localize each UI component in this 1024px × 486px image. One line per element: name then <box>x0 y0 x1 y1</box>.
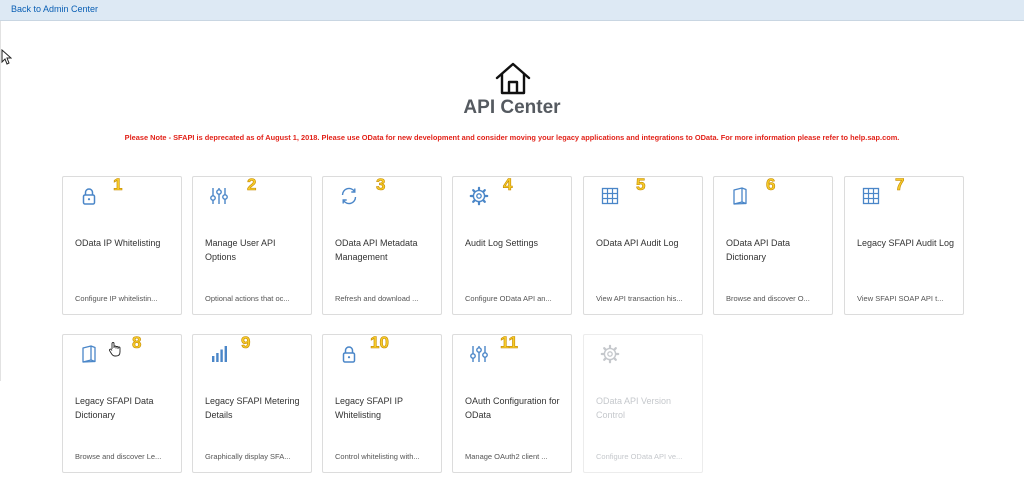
tile-legacy-sfapi-metering-details[interactable]: Legacy SFAPI Metering Details Graphically… <box>192 333 312 473</box>
tile-number-badge: 2 <box>247 175 257 195</box>
tile-number-badge: 6 <box>766 175 776 195</box>
tile-number-badge: 11 <box>500 333 519 353</box>
tile-odata-api-version-control: OData API Version Control Configure OData… <box>583 334 703 473</box>
tile-title: Legacy SFAPI IP Whitelisting <box>335 396 403 420</box>
tile-title: Manage User API Options <box>205 238 276 262</box>
tile-title: Legacy SFAPI Data Dictionary <box>75 396 154 420</box>
tile-subtitle: Configure OData API an... <box>465 294 552 303</box>
hand-cursor-icon <box>109 342 121 357</box>
book-icon <box>79 344 99 364</box>
tile-title: Legacy SFAPI Audit Log <box>857 238 955 248</box>
grid-icon <box>861 186 881 206</box>
tile-number-badge: 3 <box>376 175 386 195</box>
tile-oauth-configuration-for-odata[interactable]: OAuth Configuration for OData Manage OAut… <box>452 333 572 473</box>
tile-number-badge: 9 <box>241 333 251 353</box>
tile-odata-api-audit-log[interactable]: OData API Audit Log View API transaction … <box>583 175 703 315</box>
tile-legacy-sfapi-data-dictionary[interactable]: Legacy SFAPI Data Dictionary Browse and d… <box>62 333 182 473</box>
tile-subtitle: Configure IP whitelistin... <box>75 294 158 303</box>
tile-number-badge: 4 <box>503 175 513 195</box>
tile-subtitle: Control whitelisting with... <box>335 452 420 461</box>
tile-title: OData IP Whitelisting <box>75 238 161 248</box>
tile-title: Audit Log Settings <box>465 238 539 248</box>
tile-legacy-sfapi-ip-whitelisting[interactable]: Legacy SFAPI IP Whitelisting Control whit… <box>322 333 442 473</box>
page-title: API Center <box>463 97 561 118</box>
tile-odata-api-data-dictionary[interactable]: OData API Data Dictionary Browse and disc… <box>713 175 833 315</box>
tile-subtitle: Browse and discover O... <box>726 294 810 303</box>
deprecation-notice: Please Note - SFAPI is deprecated as of … <box>124 133 900 142</box>
tile-title: OAuth Configuration for OData <box>465 396 560 420</box>
tile-manage-user-api-options[interactable]: Manage User API Options Optional actions … <box>192 175 312 315</box>
tile-subtitle: Graphically display SFA... <box>205 452 291 461</box>
home-icon <box>495 62 531 95</box>
lock-icon <box>79 186 99 206</box>
refresh-icon <box>339 186 359 206</box>
book-icon <box>730 186 750 206</box>
tile-odata-ip-whitelisting[interactable]: OData IP Whitelisting Configure IP whitel… <box>62 175 182 315</box>
tile-title: OData API Metadata Management <box>335 238 418 262</box>
tile-number-badge: 1 <box>113 175 123 195</box>
tile-subtitle: Optional actions that oc... <box>205 294 290 303</box>
tile-title: OData API Version Control <box>596 396 672 420</box>
tile-number-badge: 5 <box>636 175 646 195</box>
tile-subtitle: Refresh and download ... <box>335 294 419 303</box>
tile-title: OData API Audit Log <box>596 238 679 248</box>
mouse-pointer-icon <box>1 49 12 65</box>
tile-odata-api-metadata-management[interactable]: OData API Metadata Management Refresh and… <box>322 175 442 315</box>
tile-number-badge: 8 <box>132 333 142 353</box>
grid-icon <box>600 186 620 206</box>
back-to-admin-center-link[interactable]: Back to Admin Center <box>11 4 98 14</box>
left-divider <box>0 21 1 381</box>
top-bar: Back to Admin Center <box>0 0 1024 21</box>
sliders-icon <box>209 186 229 206</box>
tile-audit-log-settings[interactable]: Audit Log Settings Configure OData API an… <box>452 175 572 315</box>
tile-subtitle: Configure OData API ve... <box>596 452 683 461</box>
tile-legacy-sfapi-audit-log[interactable]: Legacy SFAPI Audit Log View SFAPI SOAP AP… <box>844 175 964 315</box>
tile-subtitle: View SFAPI SOAP API t... <box>857 294 944 303</box>
bar-chart-icon <box>209 344 229 364</box>
sliders-icon <box>469 344 489 364</box>
gear-icon <box>469 186 489 206</box>
tile-subtitle: Manage OAuth2 client ... <box>465 452 548 461</box>
tile-subtitle: Browse and discover Le... <box>75 452 162 461</box>
tile-number-badge: 10 <box>370 333 390 353</box>
tile-number-badge: 7 <box>895 175 905 195</box>
gear-icon <box>600 344 620 364</box>
tile-title: OData API Data Dictionary <box>726 238 791 262</box>
lock-icon <box>339 344 359 364</box>
tile-subtitle: View API transaction his... <box>596 294 683 303</box>
tile-title: Legacy SFAPI Metering Details <box>205 396 300 420</box>
